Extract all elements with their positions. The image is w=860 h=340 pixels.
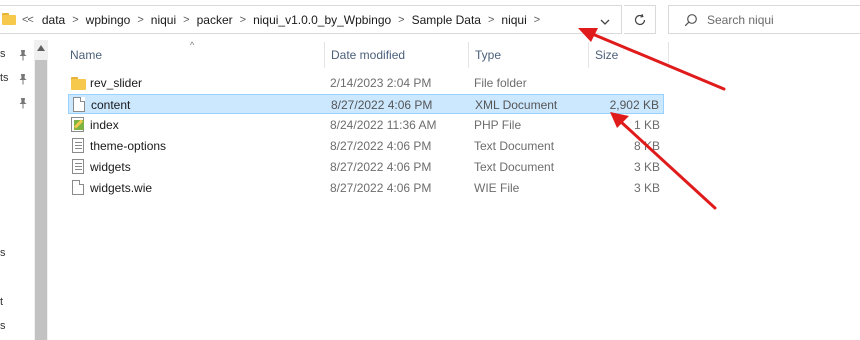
breadcrumb: << data > wpbingo > niqui > packer > niq… — [22, 6, 547, 33]
breadcrumb-item-current[interactable]: niqui — [501, 13, 526, 27]
nav-item-fragment[interactable]: ts — [0, 72, 9, 84]
breadcrumb-item-packer[interactable]: packer — [197, 13, 233, 27]
file-type: File folder — [474, 76, 527, 90]
folder-icon — [2, 13, 16, 25]
breadcrumb-separator[interactable]: > — [72, 14, 78, 26]
file-date-modified: 8/24/2022 11:36 AM — [330, 118, 437, 132]
file-type: Text Document — [474, 160, 555, 174]
nav-item-fragment[interactable]: s — [0, 48, 6, 60]
column-header-type[interactable]: Type — [475, 40, 501, 70]
column-header-label: Type — [475, 48, 502, 62]
file-name: rev_slider — [90, 76, 143, 90]
pin-icon[interactable] — [18, 73, 28, 85]
file-icon — [72, 180, 84, 195]
breadcrumb-separator[interactable]: > — [534, 14, 540, 26]
pin-icon[interactable] — [18, 49, 28, 61]
search-input[interactable] — [707, 6, 857, 33]
navigation-pane: s ts s t s — [0, 40, 34, 340]
breadcrumb-item-data[interactable]: data — [42, 13, 65, 27]
file-type: Text Document — [474, 139, 555, 153]
xml-file-icon — [73, 97, 85, 112]
column-header-label: Name — [70, 48, 103, 62]
address-bar[interactable]: << data > wpbingo > niqui > packer > niq… — [0, 5, 622, 34]
scroll-up-arrow-icon[interactable] — [37, 45, 45, 51]
column-header-size[interactable]: Size — [595, 40, 618, 70]
nav-item-fragment[interactable]: s — [0, 247, 6, 259]
breadcrumb-separator[interactable]: > — [137, 14, 143, 26]
breadcrumb-item-niqui[interactable]: niqui — [151, 13, 176, 27]
folder-icon — [71, 75, 86, 91]
text-file-icon — [72, 159, 84, 174]
sort-ascending-icon: ^ — [190, 40, 195, 50]
address-bar-row: << data > wpbingo > niqui > packer > niq… — [0, 0, 860, 40]
file-date-modified: 8/27/2022 4:06 PM — [330, 160, 432, 174]
file-row-rev-slider[interactable]: rev_slider 2/14/2023 2:04 PM File folder — [68, 73, 664, 93]
file-date-modified: 8/27/2022 4:06 PM — [331, 98, 433, 112]
text-file-icon — [72, 138, 84, 153]
file-size: 3 KB — [633, 160, 660, 174]
pin-icon[interactable] — [18, 97, 28, 109]
file-size: 8 KB — [633, 139, 660, 153]
refresh-button[interactable] — [624, 5, 656, 34]
file-list: ^ Name Date modified Type Size rev_slide… — [48, 40, 860, 340]
breadcrumb-separator[interactable]: > — [488, 14, 494, 26]
file-date-modified: 8/27/2022 4:06 PM — [330, 139, 432, 153]
breadcrumb-separator[interactable]: > — [240, 14, 246, 26]
breadcrumb-separator[interactable]: > — [398, 14, 404, 26]
breadcrumb-separator[interactable]: > — [183, 14, 189, 26]
chevron-down-icon[interactable] — [600, 17, 610, 27]
navigation-scrollbar[interactable] — [34, 40, 48, 340]
file-date-modified: 8/27/2022 4:06 PM — [330, 181, 432, 195]
file-type: WIE File — [474, 181, 520, 195]
column-header-name[interactable]: Name — [70, 40, 102, 70]
file-name: widgets.wie — [90, 181, 153, 195]
file-name: content — [91, 98, 131, 112]
php-file-icon — [71, 117, 84, 132]
file-name: index — [90, 118, 119, 132]
column-divider[interactable] — [588, 42, 589, 68]
file-row-content[interactable]: content 8/27/2022 4:06 PM XML Document 2… — [68, 94, 664, 114]
file-type: PHP File — [474, 118, 522, 132]
file-row-theme-options[interactable]: theme-options 8/27/2022 4:06 PM Text Doc… — [68, 136, 664, 156]
breadcrumb-overflow-button[interactable]: << — [22, 14, 34, 26]
file-size: 1 KB — [633, 118, 660, 132]
file-size: 2,902 KB — [609, 98, 659, 112]
file-row-widgets[interactable]: widgets 8/27/2022 4:06 PM Text Document … — [68, 157, 664, 177]
column-header-label: Date modified — [331, 48, 406, 62]
file-row-widgets-wie[interactable]: widgets.wie 8/27/2022 4:06 PM WIE File 3… — [68, 178, 664, 198]
breadcrumb-item-wpbingo[interactable]: wpbingo — [86, 13, 131, 27]
column-divider[interactable] — [468, 42, 469, 68]
column-header-label: Size — [595, 48, 619, 62]
file-row-index[interactable]: index 8/24/2022 11:36 AM PHP File 1 KB — [68, 115, 664, 135]
file-size: 3 KB — [633, 181, 660, 195]
search-icon — [684, 14, 697, 27]
refresh-icon — [634, 13, 645, 26]
column-header-date-modified[interactable]: Date modified — [331, 40, 405, 70]
column-divider[interactable] — [668, 42, 669, 68]
column-divider[interactable] — [324, 42, 325, 68]
file-name: widgets — [90, 160, 131, 174]
search-box[interactable] — [668, 5, 860, 34]
file-type: XML Document — [475, 98, 558, 112]
nav-item-fragment[interactable]: t — [0, 296, 3, 308]
nav-item-fragment[interactable]: s — [0, 320, 6, 332]
breadcrumb-item-package[interactable]: niqui_v1.0.0_by_Wpbingo — [253, 13, 391, 27]
breadcrumb-item-sample-data[interactable]: Sample Data — [412, 13, 481, 27]
file-name: theme-options — [90, 139, 167, 153]
file-date-modified: 2/14/2023 2:04 PM — [330, 76, 432, 90]
scrollbar-thumb[interactable] — [35, 60, 47, 340]
